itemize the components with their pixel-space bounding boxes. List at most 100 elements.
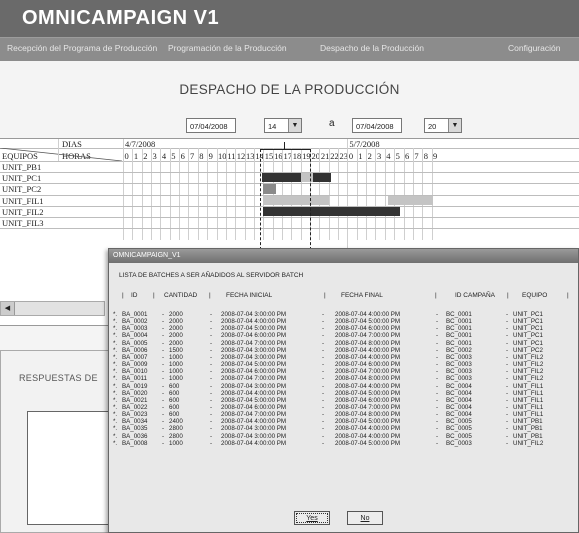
dialog-cell: BA_0019: [122, 382, 148, 390]
date-from-input[interactable]: 07/04/2008: [186, 118, 236, 133]
dialog-row-marker: *.: [113, 439, 118, 447]
dialog-cell-separator: -: [436, 311, 439, 318]
dialog-row-marker: *.: [113, 361, 118, 369]
nav-recepcion[interactable]: Recepción del Programa de Producción: [7, 43, 157, 53]
hour-to-select[interactable]: 20 ▼: [424, 118, 462, 133]
dialog-cell: BC_0005: [446, 425, 472, 433]
dialog-cell: BC_0002: [446, 346, 472, 354]
gantt-hour-label: 8: [199, 151, 204, 161]
dialog-cell-separator: -: [436, 339, 439, 347]
dialog-cell-separator: -: [210, 368, 213, 376]
dialog-cell: BA_0035: [122, 425, 148, 433]
dialog-cell-separator: -: [506, 353, 509, 361]
dialog-cell-separator: -: [322, 346, 325, 354]
dialog-row-marker: *.: [113, 311, 118, 318]
nav-programacion[interactable]: Programación de la Producción: [168, 43, 287, 53]
dialog-cell: 1000: [169, 368, 183, 376]
gantt-selection-tick: [283, 142, 285, 149]
dialog-header-separator: |: [507, 292, 509, 299]
dialog-row-marker: *.: [113, 368, 118, 376]
chevron-down-icon[interactable]: ▼: [448, 119, 461, 132]
responses-label: RESPUESTAS DE: [19, 373, 98, 383]
dialog-row-marker: *.: [113, 332, 118, 340]
dialog-cell: 2008-07-04 7:00:00 PM: [335, 368, 401, 376]
dialog-cell-separator: -: [436, 325, 439, 333]
gantt-batch-bar[interactable]: [387, 195, 434, 205]
dialog-header-separator: |: [324, 292, 326, 299]
dialog-cell-separator: -: [210, 375, 213, 383]
dialog-cell-separator: -: [322, 311, 325, 318]
gantt-equipment-label: UNIT_FIL2: [2, 206, 44, 217]
dialog-cell-separator: -: [436, 332, 439, 340]
gantt-hour-label: 1: [358, 151, 363, 161]
dialog-cell: UNIT_PC1: [513, 325, 543, 333]
dialog-cell: 2000: [169, 325, 183, 333]
dialog-cell: 2008-07-04 6:00:00 PM: [221, 332, 287, 340]
dialog-cell: 2008-07-04 7:00:00 PM: [335, 332, 401, 340]
dialog-row-marker: *.: [113, 432, 118, 440]
gantt-horizontal-scrollbar[interactable]: ◀: [0, 301, 105, 316]
dialog-cell: 600: [169, 411, 180, 419]
dialog-cell-separator: -: [210, 311, 213, 318]
yes-button[interactable]: Yes: [294, 511, 330, 525]
dialog-cell-separator: -: [506, 361, 509, 369]
dialog-cell: 2008-07-04 6:00:00 PM: [335, 325, 401, 333]
dialog-cell-separator: -: [436, 432, 439, 440]
dialog-header-separator: |: [567, 292, 569, 299]
dialog-cell: UNIT_PB1: [513, 432, 543, 440]
dialog-cell-separator: -: [436, 368, 439, 376]
gantt-batch-bar[interactable]: [312, 173, 331, 183]
dialog-cell-separator: -: [162, 332, 165, 340]
dialog-cell: 2008-07-04 8:00:00 PM: [335, 375, 401, 383]
dialog-cell-separator: -: [162, 375, 165, 383]
dialog-cell-separator: -: [162, 339, 165, 347]
dialog-cell-separator: -: [322, 439, 325, 447]
dialog-column-header: EQUIPO: [522, 292, 548, 299]
dialog-row-marker: *.: [113, 396, 118, 404]
dialog-column-header: FECHA FINAL: [341, 292, 383, 299]
hour-from-select[interactable]: 14 ▼: [264, 118, 302, 133]
no-button[interactable]: No: [347, 511, 383, 525]
dialog-cell: 600: [169, 396, 180, 404]
dialog-cell: 2800: [169, 432, 183, 440]
dialog-cell: BC_0001: [446, 311, 472, 318]
page-title: DESPACHO DE LA PRODUCCIÓN: [179, 82, 400, 97]
gantt-hour-label: 6: [405, 151, 410, 161]
dialog-row-marker: *.: [113, 375, 118, 383]
dialog-cell-separator: -: [322, 318, 325, 326]
dialog-cell-separator: -: [210, 382, 213, 390]
chevron-down-icon[interactable]: ▼: [288, 119, 301, 132]
dialog-cell: BC_0005: [446, 432, 472, 440]
dialog-cell: UNIT_FIL1: [513, 382, 544, 390]
dialog-cell: 2000: [169, 318, 183, 326]
dialog-cell-separator: -: [436, 353, 439, 361]
nav-configuracion[interactable]: Configuración: [508, 43, 560, 53]
dialog-cell-separator: -: [322, 403, 325, 411]
dialog-cell: UNIT_FIL2: [513, 368, 544, 376]
gantt-hour-label: 7: [414, 151, 419, 161]
dialog-cell: 2008-07-04 6:00:00 PM: [335, 396, 401, 404]
nav-despacho[interactable]: Despacho de la Producción: [320, 43, 424, 53]
dialog-column-header: ID: [131, 292, 138, 299]
gantt-selection-bracket: [259, 149, 312, 250]
dialog-cell-separator: -: [210, 403, 213, 411]
dialog-cell-separator: -: [506, 311, 509, 318]
date-to-input[interactable]: 07/04/2008: [352, 118, 402, 133]
gantt-hour-label: 6: [180, 151, 185, 161]
responses-textarea[interactable]: [27, 411, 112, 525]
gantt-hour-label: 7: [189, 151, 195, 161]
dialog-row-marker: *.: [113, 346, 118, 354]
dialog-cell: 2008-07-04 5:00:00 PM: [335, 439, 401, 447]
gantt-hour-label: 0: [124, 151, 129, 161]
dialog-cell: BC_0001: [446, 325, 472, 333]
dialog-cell: 2008-07-04 7:00:00 PM: [221, 411, 287, 419]
dialog-cell-separator: -: [210, 361, 213, 369]
dialog-cell: BA_0003: [122, 325, 148, 333]
dialog-cell: BA_0023: [122, 411, 148, 419]
dialog-cell-separator: -: [506, 332, 509, 340]
scroll-left-icon[interactable]: ◀: [1, 302, 15, 315]
dialog-cell-separator: -: [210, 411, 213, 419]
dialog-cell-separator: -: [162, 403, 165, 411]
main-nav: Recepción del Programa de Producción Pro…: [0, 37, 579, 61]
dialog-cell: BC_0003: [446, 361, 472, 369]
